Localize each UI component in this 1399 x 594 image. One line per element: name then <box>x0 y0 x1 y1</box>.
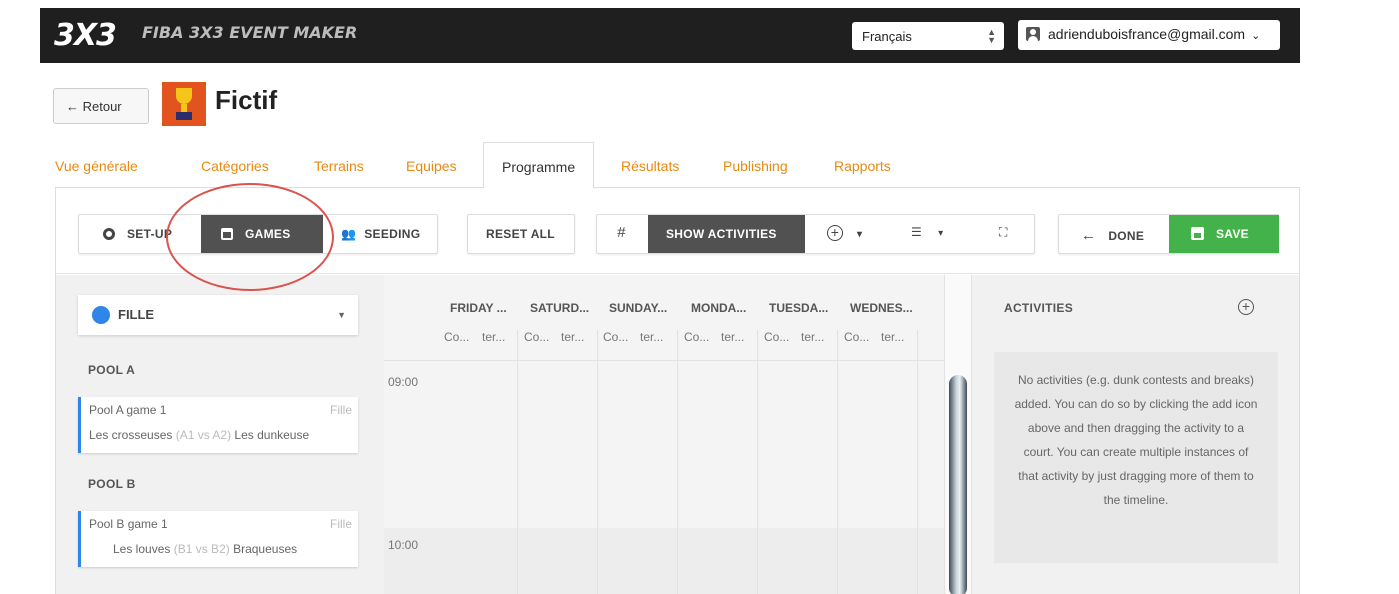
caret-down-icon: ▾ <box>857 229 863 240</box>
court-header: ter... <box>721 330 745 344</box>
setup-button[interactable]: SET-UP <box>79 215 197 253</box>
chevron-down-icon: ⌄ <box>1251 30 1261 42</box>
show-activities-button[interactable]: SHOW ACTIVITIES <box>648 215 805 253</box>
mode-switcher: SET-UP GAMES 👥 SEEDING <box>78 214 438 254</box>
court-header: Co... <box>444 330 470 344</box>
seeding-button[interactable]: 👥 SEEDING <box>329 215 439 253</box>
day-divider <box>677 330 678 594</box>
user-email: adrienduboisfrance@gmail.com <box>1048 26 1246 42</box>
game-category: Fille <box>329 403 352 417</box>
activities-empty-message: No activities (e.g. dunk contests and br… <box>994 352 1278 563</box>
fullscreen-button[interactable]: ⛶ <box>975 215 1035 253</box>
schedule-grid[interactable]: FRIDAY ... SATURD... SUNDAY... MONDA... … <box>384 275 944 594</box>
reset-group: RESET ALL <box>467 214 575 254</box>
tab-terrains[interactable]: Terrains <box>314 158 364 174</box>
time-label: 09:00 <box>388 375 419 389</box>
pool-title: POOL A <box>88 363 136 377</box>
main-tabs: Vue générale Catégories Terrains Equipes… <box>55 142 1300 188</box>
hash-toggle-button[interactable]: # <box>597 215 647 253</box>
tab-resultats[interactable]: Résultats <box>621 158 679 174</box>
tab-equipes[interactable]: Equipes <box>406 158 457 174</box>
app-title: FIBA 3X3 EVENT MAKER <box>142 23 358 42</box>
day-divider <box>597 330 598 594</box>
gear-icon <box>103 228 115 240</box>
select-arrows-icon: ▲ ▼ <box>987 27 996 45</box>
day-header: FRIDAY ... <box>450 301 507 315</box>
game-card[interactable]: Pool B game 1 Fille Les louves (B1 vs B2… <box>78 511 358 567</box>
game-card[interactable]: Pool A game 1 Fille Les crosseuses (A1 v… <box>78 397 358 453</box>
floppy-disk-icon <box>1191 227 1204 240</box>
tab-rapports[interactable]: Rapports <box>834 158 891 174</box>
category-value: FILLE <box>118 307 155 322</box>
day-divider <box>517 330 518 594</box>
add-activity-icon[interactable]: + <box>1238 299 1254 315</box>
activities-title: ACTIVITIES <box>1004 301 1074 315</box>
filter-dropdown[interactable]: ☰ ▾ <box>895 215 965 253</box>
court-header: ter... <box>881 330 905 344</box>
tab-vue-generale[interactable]: Vue générale <box>55 158 138 174</box>
top-bar: 3X3 FIBA 3X3 EVENT MAKER Français ▲ ▼ adr… <box>40 8 1300 63</box>
hour-row-shade <box>384 528 944 594</box>
user-menu[interactable]: adrienduboisfrance@gmail.com ⌄ <box>1018 20 1280 50</box>
add-dropdown[interactable]: + ▾ <box>815 215 885 253</box>
category-color-dot <box>92 306 110 324</box>
add-circle-icon: + <box>827 225 843 241</box>
game-teams: Les louves (B1 vs B2) Braqueuses <box>113 542 298 556</box>
trophy-icon <box>162 82 206 126</box>
caret-down-icon: ▾ <box>938 228 944 239</box>
event-title: Fictif <box>215 85 278 115</box>
scrollbar-thumb[interactable] <box>949 375 967 594</box>
court-header: Co... <box>684 330 710 344</box>
day-header-row <box>384 275 944 361</box>
filter-icon: ☰ <box>911 225 923 239</box>
court-header: Co... <box>764 330 790 344</box>
tab-programme[interactable]: Programme <box>483 142 595 188</box>
time-label: 10:00 <box>388 538 419 552</box>
game-name: Pool A game 1 <box>89 403 167 417</box>
court-header: ter... <box>640 330 664 344</box>
court-header: Co... <box>524 330 550 344</box>
save-button[interactable]: SAVE <box>1169 215 1279 253</box>
people-icon: 👥 <box>341 227 357 241</box>
court-header: Co... <box>844 330 870 344</box>
pool-title: POOL B <box>88 477 136 491</box>
done-button[interactable]: ← DONE <box>1059 215 1169 253</box>
games-panel: FILLE ▼ POOL A Pool A game 1 Fille Les c… <box>56 275 384 594</box>
game-name: Pool B game 1 <box>89 517 168 531</box>
games-button[interactable]: GAMES <box>201 215 323 253</box>
game-teams: Les crosseuses (A1 vs A2) Les dunkeuse <box>89 428 310 442</box>
fullscreen-icon: ⛶ <box>999 225 1008 239</box>
day-header: TUESDA... <box>769 301 829 315</box>
court-header: ter... <box>482 330 506 344</box>
language-select[interactable]: Français ▲ ▼ <box>852 22 1004 50</box>
tab-publishing[interactable]: Publishing <box>723 158 788 174</box>
day-divider <box>837 330 838 594</box>
schedule-scrollbar[interactable] <box>944 275 972 594</box>
view-options: # SHOW ACTIVITIES + ▾ ☰ ▾ ⛶ <box>596 214 1035 254</box>
court-header: ter... <box>801 330 825 344</box>
tab-categories[interactable]: Catégories <box>201 158 269 174</box>
caret-down-icon: ▼ <box>337 310 346 320</box>
category-select[interactable]: FILLE ▼ <box>78 295 358 335</box>
schedule-toolbar: SET-UP GAMES 👥 SEEDING RESET ALL # SHOW A… <box>56 188 1299 274</box>
calendar-icon <box>221 228 233 240</box>
user-icon <box>1026 27 1040 41</box>
day-header: SATURD... <box>530 301 590 315</box>
fiba-3x3-logo[interactable]: 3X3 <box>54 18 117 53</box>
day-header: MONDA... <box>691 301 747 315</box>
day-divider <box>917 330 918 594</box>
language-value: Français <box>862 29 912 44</box>
game-category: Fille <box>329 517 352 531</box>
court-header: ter... <box>561 330 585 344</box>
back-button[interactable]: ← Retour <box>53 88 149 124</box>
arrow-left-icon: ← <box>1081 227 1097 244</box>
court-header: Co... <box>603 330 629 344</box>
activities-panel: ACTIVITIES + No activities (e.g. dunk co… <box>972 275 1299 594</box>
day-divider <box>757 330 758 594</box>
done-save-group: ← DONE SAVE <box>1058 214 1279 254</box>
reset-all-button[interactable]: RESET ALL <box>468 215 574 253</box>
day-header: SUNDAY... <box>609 301 668 315</box>
day-header: WEDNES... <box>850 301 913 315</box>
